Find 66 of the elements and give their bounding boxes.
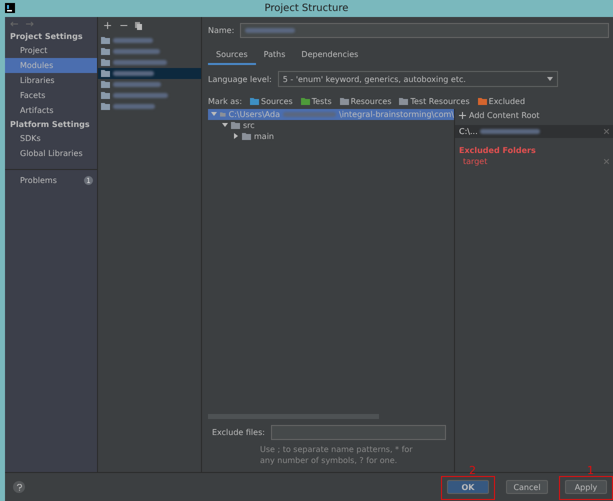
- help-icon: [16, 484, 22, 490]
- name-field[interactable]: [240, 23, 609, 38]
- tab[interactable]: Paths: [256, 46, 294, 65]
- copy-icon[interactable]: [135, 22, 142, 30]
- sidebar-item[interactable]: Global Libraries: [5, 146, 97, 161]
- language-level-dropdown[interactable]: 5 - 'enum' keyword, generics, autoboxing etc.: [278, 71, 558, 87]
- window-title: Project Structure: [264, 3, 348, 14]
- blurred-name: [113, 71, 154, 76]
- field-label: Language level:: [208, 74, 272, 84]
- annotation-number: 2: [469, 464, 476, 477]
- mark-as-link[interactable]: Test Resources: [410, 97, 470, 106]
- content-root-path: C:\...: [459, 127, 478, 136]
- folder-icon: [250, 98, 260, 105]
- tab[interactable]: Dependencies: [293, 46, 366, 65]
- app-icon: [5, 3, 15, 13]
- ok-button[interactable]: OK: [447, 480, 489, 494]
- close-icon[interactable]: [604, 129, 609, 134]
- blurred-name: [113, 93, 168, 98]
- blurred-name: [113, 82, 161, 87]
- apply-button[interactable]: Apply: [565, 480, 607, 494]
- collapsed-arrow-icon[interactable]: [233, 133, 239, 139]
- add-content-root-link[interactable]: Add Content Root: [469, 111, 540, 120]
- tree-row[interactable]: src: [208, 120, 454, 131]
- exclude-files-field[interactable]: [270, 425, 446, 440]
- folder-icon: [399, 98, 408, 105]
- mark-as-link[interactable]: Resources: [350, 97, 392, 106]
- path-label: \integral-brainstorming\com\: [339, 110, 454, 119]
- blurred-name: [113, 49, 160, 54]
- caret-icon: [546, 77, 553, 81]
- hint-text: Use ; to separate name patterns, * for any number of symbols, ? for one.: [259, 444, 414, 467]
- path-label: C:\Users\Ada: [228, 110, 280, 119]
- field-label: Exclude files:: [212, 428, 265, 437]
- annotation-number: 1: [587, 464, 594, 477]
- annotation-frame: [441, 476, 495, 500]
- add-button[interactable]: +: [103, 19, 112, 32]
- section-title: Project Settings: [9, 31, 84, 43]
- annotation-frame: [559, 476, 613, 500]
- folder-icon: [300, 98, 310, 105]
- module-item[interactable]: [98, 68, 201, 79]
- help-button[interactable]: [13, 481, 25, 493]
- excluded-folder: target: [463, 157, 488, 166]
- sidebar-item[interactable]: Libraries: [5, 73, 97, 88]
- blurred-name: [113, 60, 167, 65]
- section-title: Excluded Folders: [458, 145, 537, 157]
- remove-button[interactable]: −: [119, 19, 128, 32]
- section-title: Platform Settings: [9, 119, 91, 131]
- cancel-button[interactable]: Cancel: [506, 480, 548, 494]
- tree-row[interactable]: main: [208, 131, 454, 142]
- field-label: Name:: [208, 26, 234, 35]
- add-icon: [459, 112, 466, 119]
- sidebar-item[interactable]: Facets: [5, 88, 97, 103]
- folder-label: main: [254, 132, 274, 141]
- tab[interactable]: Sources: [208, 46, 256, 65]
- sidebar-item[interactable]: SDKs: [5, 131, 97, 146]
- blurred-name: [113, 104, 155, 109]
- sidebar-item[interactable]: Project: [5, 43, 97, 58]
- sidebar-item[interactable]: Artifacts: [5, 103, 97, 118]
- mark-as-link[interactable]: Excluded: [488, 97, 526, 106]
- mark-as-link[interactable]: Tests: [312, 97, 332, 106]
- folder-icon: [478, 98, 487, 105]
- folder-icon: [340, 98, 349, 105]
- blurred-name: [113, 38, 153, 43]
- field-label: Mark as:: [208, 97, 242, 106]
- mark-as-link[interactable]: Sources: [261, 97, 293, 106]
- sidebar-item[interactable]: Problems: [5, 176, 57, 185]
- folder-label: src: [243, 121, 255, 130]
